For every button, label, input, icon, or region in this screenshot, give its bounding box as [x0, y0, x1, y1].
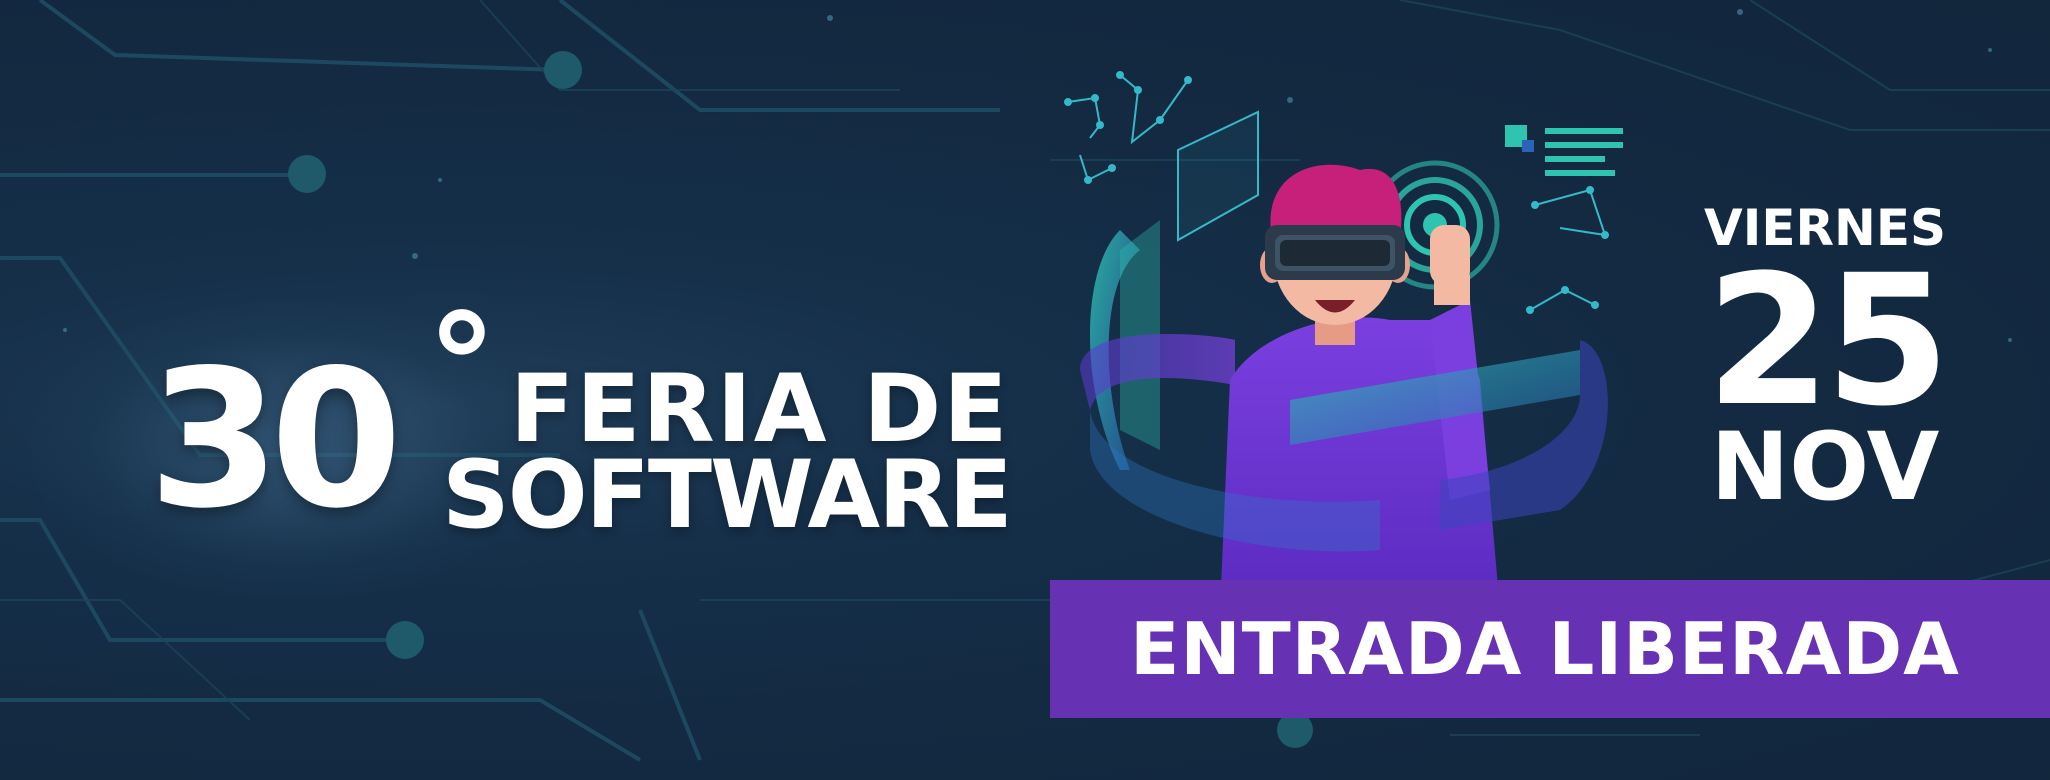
edition-number: 30 [148, 329, 402, 550]
title-line-2: SOFTWARE [442, 441, 1013, 550]
vr-headset-icon [1265, 225, 1405, 280]
free-entry-label: ENTRADA LIBERADA [1130, 607, 1960, 691]
event-banner: 30 ° FERIA DE SOFTWARE VIERNES 25 NOV EN… [0, 0, 2050, 780]
date-day: 25 [1705, 237, 1951, 446]
constellation-icon [1064, 71, 1192, 184]
date-month: NOV [1710, 413, 1940, 522]
constellation-icon [1526, 186, 1609, 314]
event-title: 30 ° FERIA DE SOFTWARE [140, 297, 1020, 555]
free-entry-banner: ENTRADA LIBERADA [1050, 580, 2050, 718]
vr-illustration [1064, 71, 1623, 580]
hologram-panel-icon [1177, 110, 1259, 242]
menu-lines-icon [1505, 125, 1623, 176]
degree-symbol: ° [427, 285, 497, 448]
event-date: VIERNES 25 NOV [1690, 200, 1960, 520]
